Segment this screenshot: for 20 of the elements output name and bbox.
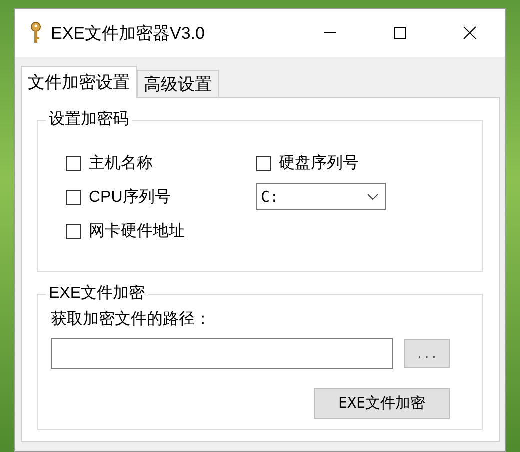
window-title: EXE文件加密器V3.0 (51, 22, 206, 44)
browse-button[interactable]: ... (404, 339, 450, 368)
checkbox[interactable] (66, 224, 81, 238)
checkbox[interactable] (66, 156, 81, 170)
drive-dropdown[interactable]: C: (256, 183, 386, 210)
encrypt-button[interactable]: EXE文件加密 (314, 388, 450, 419)
tab[interactable]: 高级设置 (137, 70, 219, 97)
key-icon (29, 22, 43, 44)
tab[interactable]: 文件加密设置 (21, 66, 137, 98)
chevron-icon (367, 192, 379, 200)
checkbox-label: CPU序列号 (89, 188, 171, 208)
checkbox[interactable] (256, 156, 271, 170)
close-icon[interactable] (462, 25, 478, 41)
checkbox[interactable] (66, 190, 81, 204)
maximize-icon[interactable] (392, 25, 408, 41)
checkbox-label: 主机名称 (89, 154, 153, 174)
checkbox-label: 硬盘序列号 (279, 154, 359, 174)
path-label: 获取加密文件的路径： (51, 310, 212, 330)
checkbox-label: 网卡硬件地址 (89, 222, 185, 242)
path-input-field[interactable] (51, 338, 393, 369)
